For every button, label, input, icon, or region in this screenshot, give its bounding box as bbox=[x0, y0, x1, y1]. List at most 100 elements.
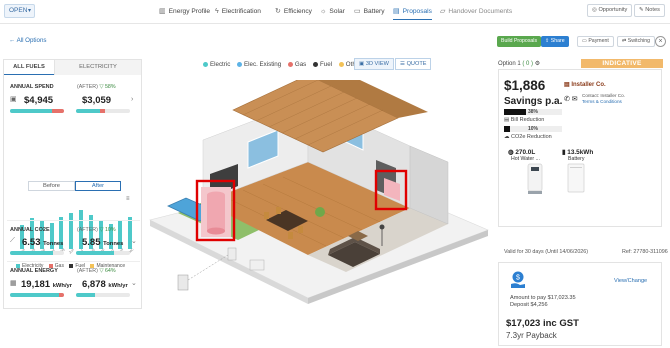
share-button[interactable]: ⇪ Share bbox=[541, 36, 569, 47]
chart-line-icon: ⟋ bbox=[10, 237, 15, 244]
legend-swatch bbox=[48, 263, 53, 268]
tab-handover-documents[interactable]: ▱ Handover Documents bbox=[440, 6, 512, 20]
status-dropdown[interactable]: OPEN ▾ bbox=[4, 4, 35, 18]
deposit-amount: Deposit $4,256 bbox=[510, 302, 548, 308]
bill-reduction-bar: 38% bbox=[504, 109, 562, 115]
plant bbox=[315, 207, 325, 217]
notes-button[interactable]: ✎ Notes bbox=[634, 4, 665, 17]
trend-down-icon: ▽ bbox=[99, 268, 104, 274]
bill-reduction-label: ▤ Bill Reduction bbox=[504, 117, 544, 123]
annual-energy-after-label: (AFTER) ▽ 64% bbox=[77, 268, 116, 274]
hot-water-label: Hot Water ... bbox=[511, 156, 540, 162]
after-text: (AFTER) bbox=[77, 84, 98, 90]
legend-label: Gas bbox=[294, 61, 307, 68]
menu-icon[interactable]: ≡ bbox=[126, 196, 130, 202]
opportunity-button[interactable]: ◎ Opportunity bbox=[587, 4, 633, 17]
top-navigation-bar: OPEN ▾ ▥ Energy Profile ϟ Electrification … bbox=[0, 0, 670, 24]
option-badge: ( 0 ) bbox=[522, 61, 534, 67]
svg-text:$: $ bbox=[516, 275, 520, 282]
legend-dot bbox=[287, 61, 293, 67]
annual-co2e-after-label: (AFTER) ▽ 10% bbox=[77, 227, 116, 233]
annual-energy-label: ANNUAL ENERGY bbox=[10, 268, 58, 274]
payment-label: Payment bbox=[588, 38, 609, 44]
energy-meter-icon: ▦ bbox=[10, 280, 17, 287]
efficiency-icon: ↻ bbox=[275, 8, 281, 15]
indicative-badge: INDICATIVE bbox=[581, 59, 663, 68]
back-to-all-options-link[interactable]: ← All Options bbox=[9, 37, 47, 44]
tab-battery[interactable]: ▭ Battery bbox=[354, 6, 385, 20]
close-icon[interactable]: × bbox=[655, 36, 666, 47]
bar-fill bbox=[10, 293, 59, 297]
folder-icon: ▱ bbox=[440, 8, 446, 15]
co2e-reduction-percent: 10% bbox=[527, 125, 538, 132]
tab-energy-profile[interactable]: ▥ Energy Profile bbox=[159, 6, 210, 20]
terms-link[interactable]: Terms & Conditions bbox=[582, 99, 625, 105]
before-toggle[interactable]: Before bbox=[28, 181, 75, 191]
phone-mail-icon[interactable]: ✆ ✉ bbox=[564, 95, 578, 103]
legend-dot bbox=[313, 61, 318, 67]
legend-dot bbox=[237, 61, 243, 67]
savings-amount: $1,886 bbox=[504, 78, 546, 93]
list-icon: ☰ bbox=[400, 61, 407, 67]
sun-icon: ☼ bbox=[320, 8, 327, 15]
legend-label: Electric bbox=[210, 61, 231, 68]
annual-spend-label: ANNUAL SPEND bbox=[10, 84, 54, 90]
opportunity-label: Opportunity bbox=[598, 7, 628, 13]
chevron-right-icon[interactable]: › bbox=[131, 96, 133, 103]
tab-proposals[interactable]: ▤ Proposals bbox=[393, 6, 432, 20]
quote-view-toggle[interactable]: ☰ QUOTE bbox=[395, 58, 432, 70]
hot-water-unit-image bbox=[527, 163, 543, 194]
chevron-down-icon[interactable]: ⌄ bbox=[131, 279, 137, 287]
house-3d-model[interactable] bbox=[148, 80, 493, 330]
savings-label: Savings p.a. bbox=[504, 96, 563, 107]
contact-info: Contact: Installer Co. Terms & Condition… bbox=[582, 93, 625, 105]
notes-label: Notes bbox=[645, 7, 660, 13]
annual-spend-before: $4,945 bbox=[24, 95, 54, 106]
tab-label: Battery bbox=[363, 8, 385, 15]
trend-down-icon: ▽ bbox=[99, 84, 104, 90]
label-text: CO2e Reduction bbox=[511, 134, 552, 140]
payment-button[interactable]: ▭ Payment bbox=[577, 36, 614, 47]
tank-bottom bbox=[207, 227, 225, 235]
tab-label: Handover Documents bbox=[448, 8, 513, 15]
bar-fill-gas bbox=[58, 293, 64, 297]
legend-dot bbox=[338, 61, 344, 67]
proposal-panel: Option 1 ( 0 ) ⚙ INDICATIVE $1,886 Savin… bbox=[496, 59, 668, 347]
tab-electrification[interactable]: ϟ Electrification bbox=[215, 6, 261, 20]
tab-solar[interactable]: ☼ Solar bbox=[320, 6, 345, 20]
switching-button[interactable]: ⇄ Switching bbox=[617, 36, 655, 47]
value-unit: Tonnes bbox=[43, 241, 64, 247]
cloud-icon: ☁ bbox=[504, 134, 512, 140]
legend-item-electric: Electric bbox=[203, 61, 230, 68]
installer-name: Installer Co. bbox=[571, 82, 606, 88]
tab-label: Proposals bbox=[402, 8, 432, 15]
value-number: 5.85 bbox=[82, 237, 101, 248]
switching-label: Switching bbox=[627, 38, 650, 44]
value-number: 6.53 bbox=[22, 237, 41, 248]
annual-spend-before-bar bbox=[10, 109, 64, 113]
hot-water-tank[interactable] bbox=[207, 195, 225, 231]
annual-spend-after-bar bbox=[76, 109, 130, 113]
chevron-down-icon[interactable]: ⌄ bbox=[131, 237, 137, 245]
annual-co2e-after-bar bbox=[76, 251, 130, 255]
annual-energy-after: 6,878 kWh/yr bbox=[82, 279, 128, 290]
battery-size: ▮ 13.5kWh bbox=[562, 148, 593, 156]
value-unit: kWh/yr bbox=[52, 283, 73, 289]
build-proposals-button[interactable]: Build Proposals bbox=[497, 36, 542, 47]
product-value: 13.5kWh bbox=[567, 149, 594, 156]
bar-fill-gas bbox=[99, 109, 106, 113]
settings-icon[interactable]: ⚙ bbox=[535, 61, 540, 67]
divider bbox=[7, 261, 140, 262]
status-label: OPEN bbox=[9, 7, 28, 14]
tab-all-fuels[interactable]: ALL FUELS bbox=[4, 60, 54, 75]
outdoor-unit bbox=[227, 247, 237, 261]
amount-to-pay: Amount to pay $17,023.35 bbox=[510, 295, 576, 301]
3d-view-toggle[interactable]: ▣ 3D VIEW bbox=[354, 58, 394, 70]
tab-electricity[interactable]: ELECTRICITY bbox=[54, 60, 141, 75]
payback-period: 7.3yr Payback bbox=[506, 331, 557, 340]
hot-water-size: ◍ 270.0L bbox=[508, 148, 535, 156]
after-toggle[interactable]: After bbox=[75, 181, 121, 191]
battery-unit-image bbox=[567, 163, 585, 193]
tab-efficiency[interactable]: ↻ Efficiency bbox=[275, 6, 312, 20]
view-change-link[interactable]: View/Change bbox=[614, 278, 647, 284]
